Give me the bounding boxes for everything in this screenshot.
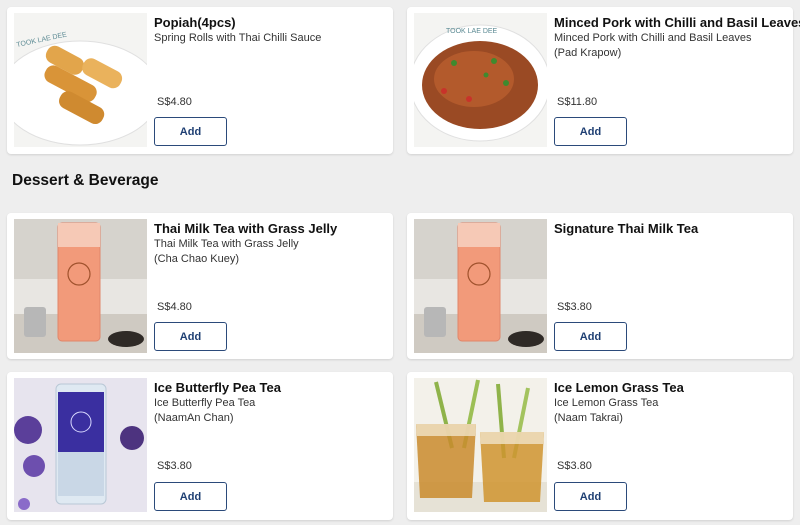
item-description: Ice Lemon Grass Tea (554, 397, 659, 409)
item-info: Signature Thai Milk Tea (554, 221, 787, 237)
lemon-grass-tea-image (414, 378, 547, 512)
plate-logo-text: TOOK LAE DEE (446, 28, 498, 35)
item-subtitle: (Cha Chao Kuey) (154, 253, 239, 265)
item-price: S$3.80 (557, 301, 592, 313)
section-title: Dessert & Beverage (12, 172, 159, 189)
item-info: Minced Pork with Chilli and Basil Leaves… (554, 15, 800, 61)
item-name: Popiah(4pcs) (154, 15, 236, 30)
menu-item-card[interactable]: TOOK LAE DEE Popiah(4pcs) Spring Rolls w… (7, 7, 393, 154)
item-description: Thai Milk Tea with Grass Jelly (154, 238, 299, 250)
menu-item-card[interactable]: Thai Milk Tea with Grass Jelly Thai Milk… (7, 213, 393, 359)
menu-item-card[interactable]: TOOK LAE DEE Minced Pork with Chilli and… (407, 7, 800, 154)
item-price: S$4.80 (157, 96, 192, 108)
item-name: Minced Pork with Chilli and Basil Leaves (554, 15, 800, 30)
butterfly-pea-tea-image (14, 378, 147, 512)
minced-pork-image: TOOK LAE DEE (414, 13, 547, 147)
thai-milk-tea-image (414, 219, 547, 353)
add-button[interactable]: Add (154, 482, 227, 511)
menu-item-card[interactable]: Ice Butterfly Pea Tea Ice Butterfly Pea … (7, 372, 393, 520)
item-price: S$3.80 (157, 460, 192, 472)
item-info: Thai Milk Tea with Grass Jelly Thai Milk… (154, 221, 387, 267)
item-name: Signature Thai Milk Tea (554, 221, 699, 236)
item-subtitle: (NaamAn Chan) (154, 412, 234, 424)
item-info: Popiah(4pcs) Spring Rolls with Thai Chil… (154, 15, 387, 46)
item-name: Ice Butterfly Pea Tea (154, 380, 281, 395)
item-description: Ice Butterfly Pea Tea (154, 397, 256, 409)
item-info: Ice Lemon Grass Tea Ice Lemon Grass Tea … (554, 380, 787, 426)
add-button[interactable]: Add (554, 482, 627, 511)
item-price: S$11.80 (557, 96, 598, 108)
item-price: S$4.80 (157, 301, 192, 313)
item-name: Ice Lemon Grass Tea (554, 380, 684, 395)
add-button[interactable]: Add (154, 117, 227, 146)
thai-milk-tea-image (14, 219, 147, 353)
add-button[interactable]: Add (554, 117, 627, 146)
spring-rolls-image: TOOK LAE DEE (14, 13, 147, 147)
menu-item-card[interactable]: Signature Thai Milk Tea S$3.80 Add (407, 213, 793, 359)
add-button[interactable]: Add (154, 322, 227, 351)
menu-item-card[interactable]: Ice Lemon Grass Tea Ice Lemon Grass Tea … (407, 372, 793, 520)
item-description: Minced Pork with Chilli and Basil Leaves (554, 32, 752, 44)
add-button[interactable]: Add (554, 322, 627, 351)
item-price: S$3.80 (557, 460, 592, 472)
item-name: Thai Milk Tea with Grass Jelly (154, 221, 338, 236)
menu-page: TOOK LAE DEE Popiah(4pcs) Spring Rolls w… (0, 0, 800, 525)
item-info: Ice Butterfly Pea Tea Ice Butterfly Pea … (154, 380, 387, 426)
item-description: Spring Rolls with Thai Chilli Sauce (154, 32, 322, 44)
item-subtitle: (Naam Takrai) (554, 412, 623, 424)
item-subtitle: (Pad Krapow) (554, 47, 622, 59)
